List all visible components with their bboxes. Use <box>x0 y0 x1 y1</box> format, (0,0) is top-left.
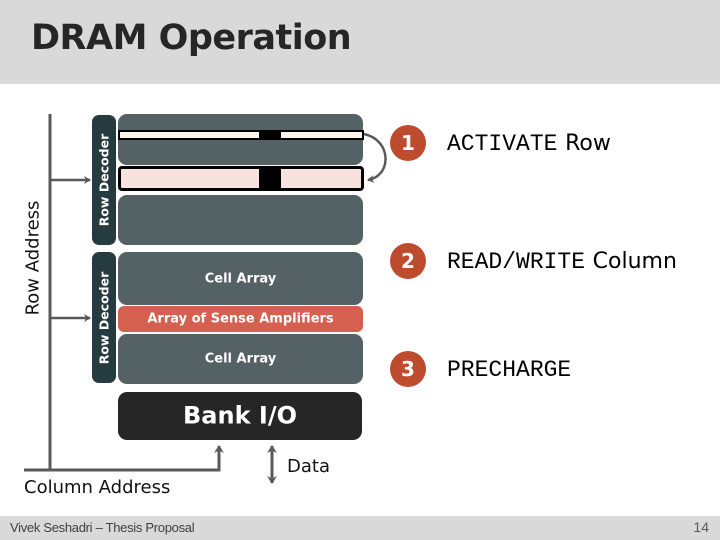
row-address-label: Row Address <box>22 200 44 316</box>
bank-io-label: Bank I/O <box>183 401 297 430</box>
activate-curve-arrow <box>363 132 387 183</box>
active-row-bar <box>118 130 364 140</box>
sense-amplifiers-label: Array of Sense Amplifiers <box>147 311 334 327</box>
slide-footer: Vivek Seshadri – Thesis Proposal 14 <box>0 516 720 540</box>
column-address-label: Column Address <box>24 477 171 498</box>
row-buffer-bar <box>118 166 364 191</box>
step-3-text: PRECHARGE <box>447 354 571 383</box>
cell-array-2: Cell Array <box>118 334 363 384</box>
step-2-badge: 2 <box>390 243 426 279</box>
column-address-line <box>24 445 224 472</box>
active-cell <box>259 131 281 139</box>
step-2-command: READ/WRITE <box>447 249 586 275</box>
page-number: 14 <box>693 519 709 535</box>
step-1-text: ACTIVATE Row <box>447 128 611 157</box>
cell-array-upper-bottom <box>118 195 363 245</box>
cell-array-label: Cell Array <box>204 351 277 367</box>
step-2-object: Column <box>592 249 677 274</box>
sense-amplifiers: Array of Sense Amplifiers <box>118 306 363 332</box>
step-2-text: READ/WRITE Column <box>447 246 677 275</box>
cell-array-1: Cell Array <box>118 252 363 305</box>
footer-author: Vivek Seshadri – Thesis Proposal <box>10 520 195 535</box>
data-label: Data <box>287 456 330 477</box>
row-decoder-bottom: Row Decoder <box>92 252 116 383</box>
step-1-command: ACTIVATE <box>447 131 558 157</box>
step-3-command: PRECHARGE <box>447 357 572 383</box>
row-decoder-top: Row Decoder <box>92 115 116 245</box>
step-3-badge: 3 <box>390 351 426 387</box>
cell-array-label: Cell Array <box>204 271 277 286</box>
step-1-badge: 1 <box>390 125 426 161</box>
step-1-object: Row <box>565 131 611 156</box>
row-decoder-label: Row Decoder <box>96 271 112 364</box>
bank-io: Bank I/O <box>118 392 362 440</box>
row-decoder-label: Row Decoder <box>96 133 112 227</box>
row-buffer-cell <box>259 166 281 191</box>
